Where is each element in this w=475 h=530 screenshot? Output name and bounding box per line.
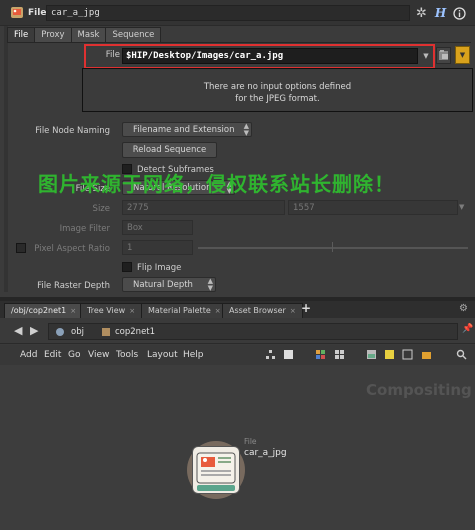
sticky-note-icon[interactable] [384,349,395,360]
node-type-label: File [28,8,47,18]
cop-network-icon [102,328,110,336]
node-name-field[interactable]: car_a_jpg [46,5,410,21]
pane-tab-bar: /obj/cop2net1 × Tree View × Material Palet… [0,301,475,318]
menu-layout[interactable]: Layout [147,350,178,360]
reload-sequence-button[interactable]: Reload Sequence [122,142,217,158]
info-icon[interactable] [452,5,467,21]
network-editor[interactable]: Compositing File car_a_jpg [0,365,475,530]
raster-depth-menu[interactable]: Natural Depth ▲ ▼ [122,277,216,292]
close-icon[interactable]: × [290,307,296,315]
info-line-1: There are no input options defined [203,82,352,92]
raster-depth-label: File Raster Depth [37,281,110,291]
slider-tick [332,242,333,252]
pane-tab-asset-browser[interactable]: Asset Browser × [222,303,303,318]
size-width-field[interactable]: 2775 [122,200,285,215]
path-bar: ◀ ▶ obj cop2net1 📌 [0,318,475,344]
image-filter-label: Image Filter [59,224,110,234]
node-type-text: File [244,437,257,446]
file-menu-button[interactable]: ▼ [455,46,470,64]
network-menu-bar: Add Edit Go View Tools Layout Help [0,345,475,365]
highlight-box [84,44,435,69]
close-icon[interactable]: × [70,307,76,315]
file-node-icon [196,452,236,491]
flip-image-checkbox[interactable] [122,262,132,272]
pixel-aspect-label: Pixel Aspect Ratio [34,244,110,254]
pane-tab-label: Asset Browser [229,306,286,315]
parameter-title-bar: File car_a_jpg ✲ H [0,0,475,26]
add-tab-icon[interactable]: + [301,301,311,315]
pane-tab-label: Tree View [87,306,126,315]
pin-icon[interactable]: 📌 [462,324,473,334]
format-info-box: There are no input options defined for t… [82,68,473,112]
pixel-aspect-slider[interactable] [198,247,468,249]
pane-tab-label: /obj/cop2net1 [11,306,67,315]
path-breadcrumb: obj cop2net1 [48,323,458,340]
parameter-panel: File car_a_jpg ✲ H File Proxy Mask Seque… [0,0,475,297]
obj-context-icon [56,328,64,336]
menu-go[interactable]: Go [68,350,80,360]
naming-value: Filename and Extension [133,125,235,135]
tab-mask[interactable]: Mask [70,27,107,42]
menu-arrows-icon: ▲ ▼ [243,122,249,137]
tabs-divider [7,42,471,43]
file-node-icon [11,7,23,18]
flip-image-label: Flip Image [137,263,182,273]
tab-file[interactable]: File [7,27,36,42]
network-box-icon[interactable] [402,349,413,360]
pane-tab-label: Material Palette [148,306,211,315]
format-info-text: There are no input options defined for t… [83,81,472,105]
parameter-scrollbar[interactable] [4,26,8,292]
breadcrumb-obj[interactable]: obj [71,327,84,337]
menu-arrows-icon: ▲ ▼ [207,277,213,292]
list-view-icon[interactable] [283,349,294,360]
back-arrow-icon[interactable]: ◀ [14,324,22,337]
forward-arrow-icon[interactable]: ▶ [30,324,38,337]
network-context-label: Compositing [366,381,472,399]
pane-tab-tree-view[interactable]: Tree View × [80,303,143,318]
watermark-text: 图片来源于网络，侵权联系站长删除！ [38,172,395,196]
tab-proxy[interactable]: Proxy [34,27,72,42]
breadcrumb-cop2net1[interactable]: cop2net1 [115,327,155,337]
size-dropdown-icon[interactable]: ▼ [459,203,464,211]
menu-edit[interactable]: Edit [44,350,61,360]
file-node[interactable] [192,446,240,494]
pane-tab-network[interactable]: /obj/cop2net1 × [4,303,84,318]
close-icon[interactable]: × [129,307,135,315]
search-icon[interactable] [456,349,467,360]
image-preview-icon[interactable] [366,349,377,360]
help-icon[interactable]: H [433,5,448,21]
size-height-field[interactable]: 1557 [288,200,458,215]
file-browse-button[interactable] [436,47,451,64]
tree-layout-icon[interactable] [265,349,276,360]
palette-icon[interactable] [421,349,432,360]
node-name-text[interactable]: car_a_jpg [244,448,287,458]
file-chooser-icon [439,50,448,60]
pixel-aspect-field[interactable]: 1 [122,240,193,255]
menu-add[interactable]: Add [20,350,37,360]
menu-help[interactable]: Help [183,350,204,360]
naming-label: File Node Naming [35,126,110,136]
menu-tools[interactable]: Tools [116,350,138,360]
raster-depth-value: Natural Depth [133,280,193,290]
naming-menu[interactable]: Filename and Extension ▲ ▼ [122,122,252,137]
parameter-tabs: File Proxy Mask Sequence [7,27,162,42]
image-filter-menu[interactable]: Box [122,220,193,235]
size-label: Size [92,204,110,214]
info-line-2: for the JPEG format. [235,94,320,104]
menu-view[interactable]: View [88,350,109,360]
tab-sequence[interactable]: Sequence [105,27,162,42]
gear-icon[interactable]: ✲ [414,5,429,21]
close-icon[interactable]: × [215,307,221,315]
grid-color-icon[interactable] [315,349,326,360]
grid-view-icon[interactable] [334,349,345,360]
pane-tab-material-palette[interactable]: Material Palette × [141,303,228,318]
pane-menu-icon[interactable]: ⚙ [459,303,468,314]
